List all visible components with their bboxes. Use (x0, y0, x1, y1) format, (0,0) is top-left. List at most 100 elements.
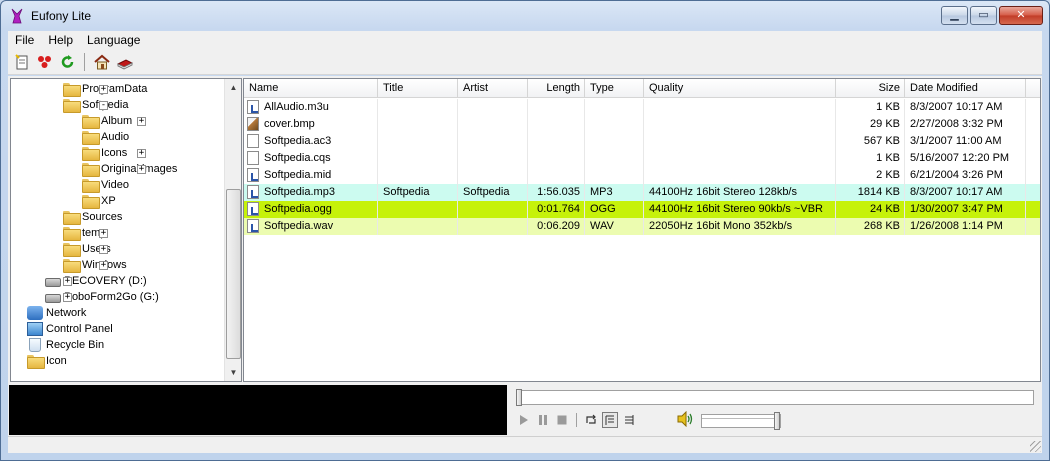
home-button[interactable] (92, 52, 111, 71)
maximize-button[interactable]: ▭ (970, 6, 997, 25)
expand-icon[interactable]: + (99, 245, 108, 254)
tree-item[interactable]: + RECOVERY (D:) (45, 273, 147, 289)
refresh-button[interactable] (58, 52, 77, 71)
cell-quality (644, 167, 836, 184)
file-row[interactable]: Softpedia.cqs 1 KB 5/16/2007 12:20 PM (244, 150, 1040, 167)
volume-button[interactable] (677, 410, 695, 428)
audio-file-icon (247, 168, 259, 182)
column-header-type[interactable]: Type (585, 79, 644, 98)
cell-type (585, 99, 644, 116)
column-header-title[interactable]: Title (378, 79, 458, 98)
scroll-up-icon[interactable]: ▲ (225, 79, 242, 96)
expand-icon[interactable]: + (137, 149, 146, 158)
menu-help[interactable]: Help (41, 33, 80, 47)
volume-thumb[interactable] (774, 412, 780, 430)
expand-icon[interactable]: + (63, 277, 72, 286)
playlist-alt-button[interactable] (621, 412, 637, 428)
tree-item[interactable]: + Original images (82, 161, 177, 177)
cell-title: Softpedia (378, 184, 458, 201)
tree-item[interactable]: XP (82, 193, 116, 209)
expand-icon[interactable]: + (99, 85, 108, 94)
menu-file[interactable]: File (8, 33, 41, 47)
resize-grip-icon[interactable] (1030, 441, 1041, 452)
file-row[interactable]: cover.bmp 29 KB 2/27/2008 3:32 PM (244, 116, 1040, 133)
record-dots-button[interactable] (35, 52, 54, 71)
folder-icon (63, 243, 81, 257)
scroll-down-icon[interactable]: ▼ (225, 364, 242, 381)
expand-icon[interactable]: + (99, 229, 108, 238)
cell-quality (644, 150, 836, 167)
pause-button[interactable] (535, 412, 551, 428)
tree-scroll-thumb[interactable] (226, 189, 241, 359)
tree-item[interactable]: +Control Panel (27, 321, 113, 337)
play-button[interactable] (516, 412, 532, 428)
volume-slider[interactable] (701, 412, 781, 430)
tree-item[interactable]: -Softpedia (63, 97, 128, 113)
expand-icon[interactable]: + (137, 117, 146, 126)
cell-quality (644, 99, 836, 116)
playlist-button[interactable] (602, 412, 618, 428)
column-header-name[interactable]: Name (244, 79, 378, 98)
playback-controls (516, 410, 637, 430)
tree-item[interactable]: + temp (63, 225, 108, 241)
file-row[interactable]: Softpedia.wav 0:06.209 WAV 22050Hz 16bit Mo… (244, 218, 1040, 235)
file-row[interactable]: Softpedia.mid 2 KB 6/21/2004 3:26 PM (244, 167, 1040, 184)
file-list[interactable]: Name Title Artist Length Type Quality Size Date… (243, 78, 1041, 382)
minimize-icon: ▁ (950, 9, 959, 21)
column-header-size[interactable]: Size (836, 79, 905, 98)
cell-quality: 44100Hz 16bit Stereo 128kb/s (644, 184, 836, 201)
cell-length (528, 116, 585, 133)
seek-bar[interactable] (516, 389, 1034, 406)
file-row[interactable]: Softpedia.ac3 567 KB 3/1/2007 11:00 AM (244, 133, 1040, 150)
tree-item[interactable]: + RoboForm2Go (G:) (45, 289, 159, 305)
tree-item[interactable]: Icon (27, 353, 67, 369)
menu-language[interactable]: Language (80, 33, 147, 47)
tree-item[interactable]: + Album (82, 113, 146, 129)
title-bar[interactable]: Eufony Lite ▁ ▭ ✕ (1, 1, 1049, 31)
cell-date: 8/3/2007 10:17 AM (905, 99, 1026, 116)
tree-item[interactable]: Audio (82, 129, 129, 145)
cell-length (528, 167, 585, 184)
tree-item[interactable]: + Icons (82, 145, 146, 161)
expand-icon[interactable]: + (63, 293, 72, 302)
folder-tree[interactable]: +ProgramData-Softpedia+AlbumAudio+Icons+… (10, 78, 242, 382)
toolbar (8, 49, 1042, 75)
tree-scrollbar[interactable]: ▲ ▼ (224, 79, 241, 381)
tree-item[interactable]: +Windows (63, 257, 127, 273)
column-header-artist[interactable]: Artist (458, 79, 528, 98)
minimize-button[interactable]: ▁ (941, 6, 968, 25)
tree-item[interactable]: + ProgramData (63, 81, 147, 97)
file-name: AllAudio.m3u (264, 101, 329, 113)
tree-item[interactable]: Video (82, 177, 129, 193)
column-header-length[interactable]: Length (528, 79, 585, 98)
file-row[interactable]: Softpedia.mp3 Softpedia Softpedia 1:56.035 M… (244, 184, 1040, 201)
tree-item[interactable]: +Network (27, 305, 86, 321)
tree-item[interactable]: Recycle Bin (27, 337, 104, 353)
cell-name: cover.bmp (244, 116, 378, 133)
expand-icon[interactable]: + (137, 165, 146, 174)
collapse-icon[interactable]: - (99, 101, 108, 110)
tree-item-label: RoboForm2Go (G:) (64, 291, 159, 303)
seek-thumb[interactable] (516, 389, 522, 406)
tree-item-label: Album (101, 115, 133, 127)
stop-button[interactable] (554, 412, 570, 428)
toolbar-separator (84, 52, 85, 71)
book-button[interactable] (115, 52, 134, 71)
new-playlist-button[interactable] (12, 52, 31, 71)
repeat-button[interactable] (583, 412, 599, 428)
column-header-quality[interactable]: Quality (644, 79, 836, 98)
cell-type: WAV (585, 218, 644, 235)
column-header-date[interactable]: Date Modified (905, 79, 1026, 98)
file-row[interactable]: Softpedia.ogg 0:01.764 OGG 44100Hz 16bit St… (244, 201, 1040, 218)
cell-name: Softpedia.ogg (244, 201, 378, 218)
file-name: Softpedia.mid (264, 169, 332, 181)
close-button[interactable]: ✕ (999, 6, 1043, 25)
tree-item[interactable]: Sources (63, 209, 122, 225)
new-playlist-icon (14, 53, 27, 69)
pause-icon (539, 415, 547, 425)
home-icon (93, 54, 110, 69)
expand-icon[interactable]: + (99, 261, 108, 270)
tree-item[interactable]: + Users (63, 241, 111, 257)
tree-item-label: Icons (101, 147, 128, 159)
file-row[interactable]: AllAudio.m3u 1 KB 8/3/2007 10:17 AM (244, 99, 1040, 116)
